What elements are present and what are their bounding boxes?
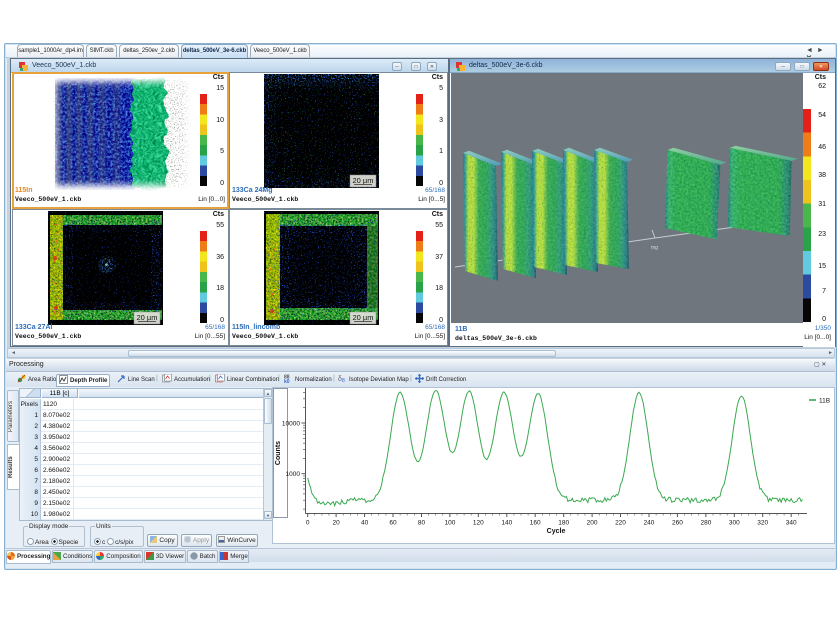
svg-text:180: 180 [558, 520, 569, 527]
svg-text:260: 260 [672, 520, 683, 527]
svg-text:Cycle: Cycle [547, 528, 566, 535]
svg-text:280: 280 [700, 520, 711, 527]
svg-text:220: 220 [615, 520, 626, 527]
svg-text:20 µm: 20 µm [137, 313, 158, 322]
svg-text:Counts: Counts [275, 441, 282, 465]
svg-text:20 µm: 20 µm [353, 176, 374, 185]
svg-text:80: 80 [418, 520, 426, 527]
svg-text:20 µm: 20 µm [353, 313, 374, 322]
svg-text:1000: 1000 [286, 471, 301, 478]
svg-text:10000: 10000 [282, 421, 300, 428]
svg-text:8: 8 [342, 378, 345, 383]
svg-text:60: 60 [389, 520, 397, 527]
svg-text:11B: 11B [819, 398, 830, 405]
svg-text:200: 200 [587, 520, 598, 527]
svg-text:320: 320 [757, 520, 768, 527]
svg-text:0: 0 [306, 520, 310, 527]
svg-text:240: 240 [644, 520, 655, 527]
svg-text:340: 340 [786, 520, 797, 527]
svg-text:300: 300 [729, 520, 740, 527]
svg-text:20: 20 [332, 520, 340, 527]
svg-text:mg: mg [651, 245, 658, 251]
svg-text:140: 140 [501, 520, 512, 527]
svg-text:40: 40 [361, 520, 369, 527]
svg-text:160: 160 [530, 520, 541, 527]
svg-text:k0: k0 [284, 379, 290, 383]
svg-text:100: 100 [444, 520, 455, 527]
svg-text:120: 120 [473, 520, 484, 527]
